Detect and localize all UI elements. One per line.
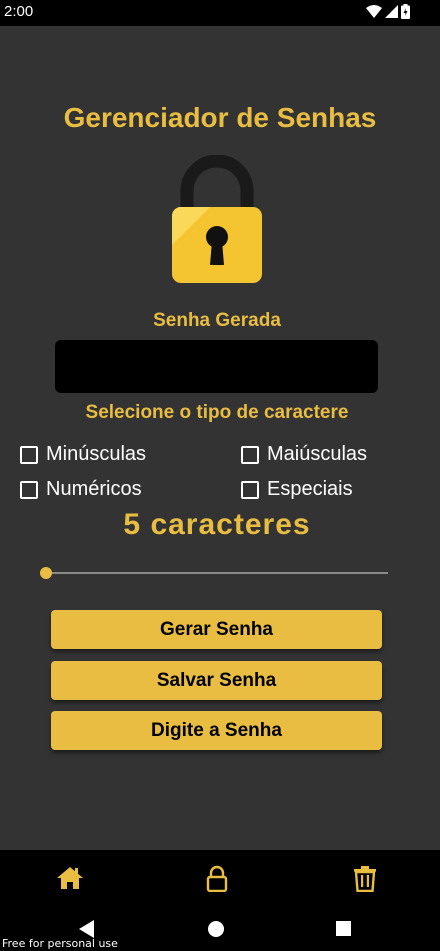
back-icon[interactable] <box>79 920 95 938</box>
generated-password-label: Senha Gerada <box>153 310 281 331</box>
checkbox-label: Especiais <box>267 478 353 500</box>
checkbox-label: Numéricos <box>46 478 142 500</box>
system-nav: Free for personal use <box>0 904 440 951</box>
type-password-button[interactable]: Digite a Senha <box>51 711 382 750</box>
home-icon[interactable] <box>55 864 85 892</box>
bottom-nav <box>0 850 440 904</box>
checkbox-label: Minúsculas <box>46 443 147 465</box>
watermark-text: Free for personal use <box>2 937 118 950</box>
checkbox-numeric[interactable]: Numéricos <box>20 478 142 501</box>
checkbox-box[interactable] <box>20 445 38 464</box>
wifi-icon <box>366 5 382 18</box>
battery-icon <box>401 4 410 19</box>
padlock-icon <box>172 155 262 283</box>
screen: 2:00 Gerenciador de Senhas Senha Gerada … <box>0 0 440 951</box>
character-type-label: Selecione o tipo de caractere <box>85 402 349 423</box>
recents-square-icon[interactable] <box>336 921 351 936</box>
checkbox-label: Maiúsculas <box>267 443 368 465</box>
checkbox-box[interactable] <box>241 480 259 499</box>
checkbox-lowercase[interactable]: Minúsculas <box>20 443 146 466</box>
checkbox-special[interactable]: Especiais <box>241 478 353 501</box>
signal-icon <box>385 5 398 18</box>
status-bar: 2:00 <box>0 0 440 26</box>
app-content: Gerenciador de Senhas Senha Gerada Selec… <box>0 26 440 850</box>
home-circle-icon[interactable] <box>208 921 224 937</box>
checkbox-box[interactable] <box>241 445 259 464</box>
trash-icon[interactable] <box>350 864 380 892</box>
lock-icon[interactable] <box>202 864 232 892</box>
status-icons <box>366 4 410 19</box>
generated-password-field[interactable] <box>55 340 378 393</box>
page-title: Gerenciador de Senhas <box>63 102 377 133</box>
length-slider[interactable] <box>40 565 388 581</box>
length-label: 5 caracteres <box>123 508 311 541</box>
slider-track[interactable] <box>46 572 388 574</box>
save-password-button[interactable]: Salvar Senha <box>51 661 382 700</box>
slider-thumb[interactable] <box>40 567 52 579</box>
checkbox-uppercase[interactable]: Maiúsculas <box>241 443 367 466</box>
checkbox-box[interactable] <box>20 480 38 499</box>
generate-password-button[interactable]: Gerar Senha <box>51 610 382 649</box>
status-time: 2:00 <box>4 3 34 20</box>
